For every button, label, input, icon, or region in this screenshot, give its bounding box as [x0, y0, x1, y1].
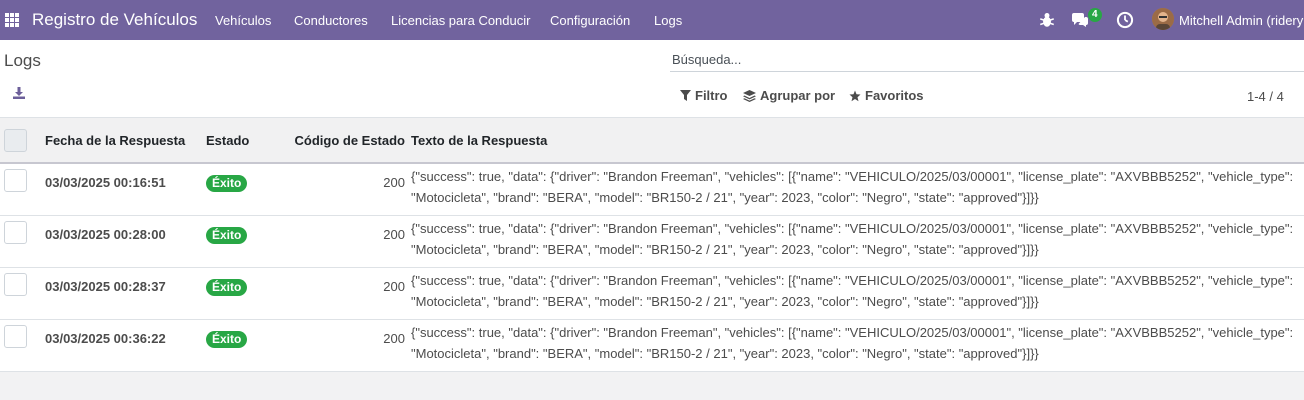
cell-date: 03/03/2025 00:16:51: [45, 175, 166, 190]
cell-date: 03/03/2025 00:36:22: [45, 330, 166, 346]
row-checkbox[interactable]: [4, 272, 27, 296]
column-header-status[interactable]: Estado: [206, 118, 291, 163]
user-avatar[interactable]: [1152, 8, 1174, 30]
table-header-row: Fecha de la Respuesta Estado Código de E…: [0, 118, 1304, 163]
cell-response-text: {"success": true, "data": {"driver": "Br…: [411, 169, 1294, 205]
cell-code: 200: [383, 226, 405, 242]
cell-response-text: {"success": true, "data": {"driver": "Br…: [411, 220, 1294, 257]
status-badge: Éxito: [206, 226, 248, 244]
menu-item-vehiculos[interactable]: Vehículos: [215, 13, 271, 28]
favorites-button[interactable]: Favoritos: [849, 88, 924, 103]
layers-icon: [743, 89, 756, 102]
row-checkbox[interactable]: [4, 324, 27, 348]
app-brand[interactable]: Registro de Vehículos: [32, 10, 197, 30]
status-badge: Éxito: [206, 278, 248, 296]
cell-response-text: {"success": true, "data": {"driver": "Br…: [411, 324, 1294, 361]
pager-value[interactable]: 1-4 / 4: [1247, 89, 1284, 104]
bug-icon[interactable]: [1038, 11, 1056, 29]
favorites-label: Favoritos: [865, 88, 924, 103]
table-row[interactable]: 03/03/2025 00:28:37 Éxito 200 {"success"…: [0, 267, 1304, 319]
menu-item-configuracion[interactable]: Configuración: [550, 13, 630, 28]
menu-item-conductores[interactable]: Conductores: [294, 13, 368, 28]
group-by-label: Agrupar por: [760, 88, 836, 103]
download-icon[interactable]: [12, 86, 26, 100]
select-all-cell: [0, 118, 45, 163]
menu-item-licencias[interactable]: Licencias para Conducir: [391, 13, 530, 28]
row-checkbox[interactable]: [4, 169, 27, 192]
user-name[interactable]: Mitchell Admin (ridery: [1179, 13, 1303, 28]
cell-code: 200: [383, 330, 405, 346]
clock-icon[interactable]: [1116, 11, 1134, 29]
table-row[interactable]: 03/03/2025 00:36:22 Éxito 200 {"success"…: [0, 319, 1304, 371]
filter-button[interactable]: Filtro: [680, 88, 728, 103]
menu-item-logs[interactable]: Logs: [654, 13, 682, 28]
column-header-date[interactable]: Fecha de la Respuesta: [45, 118, 206, 163]
row-checkbox[interactable]: [4, 220, 27, 244]
logs-table: Fecha de la Respuesta Estado Código de E…: [0, 118, 1304, 372]
page-title: Logs: [4, 51, 41, 70]
cell-response-text: {"success": true, "data": {"driver": "Br…: [411, 272, 1294, 309]
status-badge: Éxito: [206, 175, 248, 192]
table-row[interactable]: 03/03/2025 00:16:51 Éxito 200 {"success"…: [0, 163, 1304, 215]
select-all-checkbox[interactable]: [4, 128, 27, 152]
group-by-button[interactable]: Agrupar por: [743, 88, 835, 103]
search-input[interactable]: [670, 48, 1304, 72]
cell-code: 200: [383, 278, 405, 294]
list-view: Fecha de la Respuesta Estado Código de E…: [0, 118, 1304, 400]
filter-label: Filtro: [695, 88, 728, 103]
column-header-code[interactable]: Código de Estado: [291, 118, 411, 163]
cell-date: 03/03/2025 00:28:00: [45, 226, 166, 242]
top-navbar: Registro de Vehículos Vehículos Conducto…: [0, 0, 1304, 40]
cell-date: 03/03/2025 00:28:37: [45, 278, 166, 294]
status-badge: Éxito: [206, 330, 248, 348]
messages-count-badge: 4: [1088, 8, 1102, 22]
cell-code: 200: [383, 175, 405, 190]
star-icon: [849, 90, 861, 101]
table-row[interactable]: 03/03/2025 00:28:00 Éxito 200 {"success"…: [0, 215, 1304, 267]
column-header-text[interactable]: Texto de la Respuesta: [411, 118, 1304, 163]
filter-icon: [680, 90, 691, 101]
control-panel: Logs Filtro Agrupar por Favoritos 1-4 / …: [0, 40, 1304, 118]
apps-grid-icon[interactable]: [5, 13, 19, 27]
chat-icon[interactable]: [1071, 11, 1089, 29]
